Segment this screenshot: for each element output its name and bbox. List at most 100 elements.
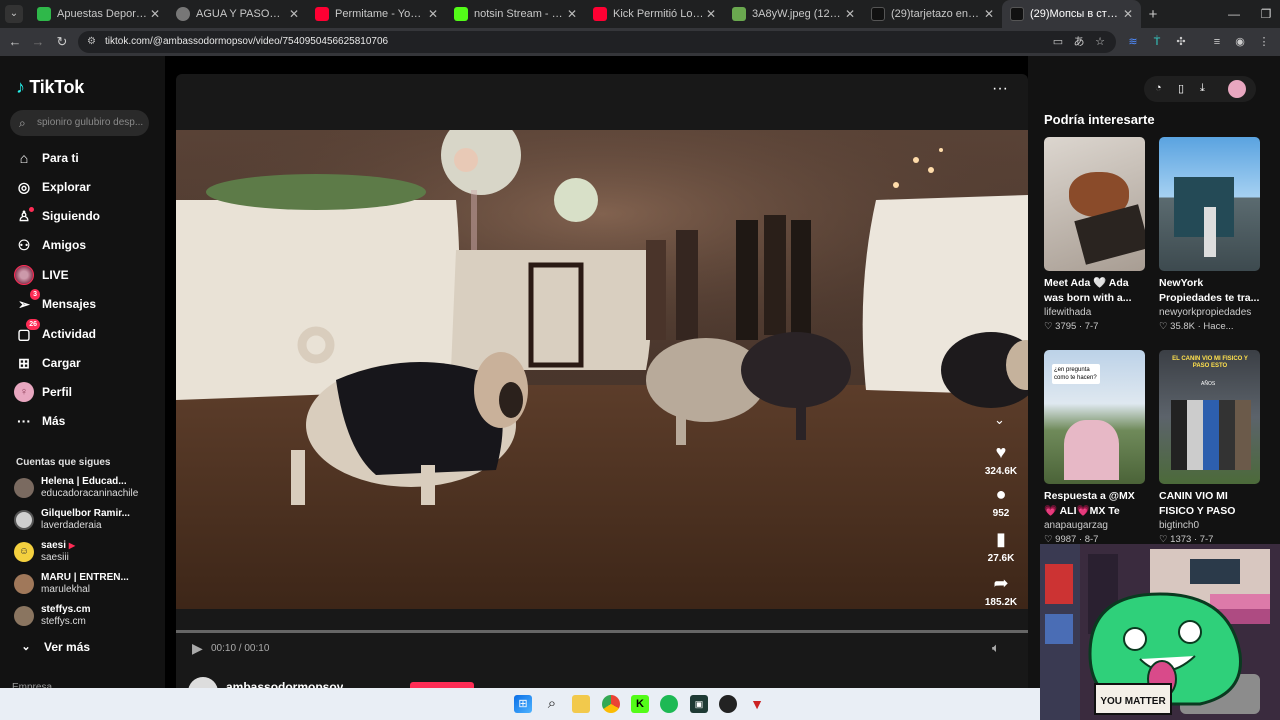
back-icon[interactable]: ← (6, 33, 24, 51)
tab-search-icon[interactable]: ⌄ (5, 5, 23, 23)
webcam-scene: YOU MATTER (1040, 544, 1280, 720)
account-username: marulekhal (41, 584, 90, 595)
image-icon (732, 7, 746, 21)
nav-profile[interactable]: ♀ Perfil (14, 381, 72, 403)
suggested-video-card[interactable]: Meet Ada 🤍 Ada was born with a... lifewi… (1044, 137, 1145, 332)
close-tab-icon[interactable]: ✕ (704, 7, 718, 21)
video-frame[interactable] (176, 130, 1028, 609)
account-name: Gilquelbor Ramir... (41, 508, 130, 519)
browser-tab-bar: ⌄ Apuestas Deportivas Onli✕ AGUA Y PASOS… (0, 0, 1280, 28)
reload-icon[interactable]: ↻ (53, 33, 71, 51)
nav-label: LIVE (42, 268, 69, 282)
followed-account[interactable]: Helena | Educad... educadoracaninachile (14, 474, 138, 502)
profile-icon: ♀ (14, 382, 34, 402)
browser-tab[interactable]: (29)tarjetazo en roblox✕ (863, 0, 1002, 28)
chrome-icon[interactable] (602, 695, 620, 713)
card-username: newyorkpropiedades (1159, 307, 1252, 318)
kick-app-icon[interactable]: K (631, 695, 649, 713)
suggested-video-card[interactable]: ¿en pregunta como te hacen? Respuesta a … (1044, 350, 1145, 545)
video-progress-bar[interactable] (176, 630, 1028, 633)
close-tab-icon[interactable]: ✕ (843, 7, 857, 21)
share-count: 185.2K (984, 597, 1018, 608)
terminal-icon[interactable]: ▣ (690, 695, 708, 713)
close-tab-icon[interactable]: ✕ (148, 7, 162, 21)
web-icon (176, 7, 190, 21)
forward-icon[interactable]: → (29, 33, 47, 51)
nav-messages[interactable]: ➢ 3 Mensajes (14, 289, 96, 315)
see-more-label: Ver más (44, 640, 91, 654)
play-icon[interactable]: ▶ (192, 640, 203, 657)
video-player: ··· ⌄ ♥ 324.6K ● 952 ▮ 27.6K ➦ 185.2K ▶ … (176, 74, 1028, 707)
avatar: ☺ (14, 542, 34, 562)
author-name[interactable]: ambassodormopsov (226, 680, 343, 688)
more-options-icon[interactable]: ··· (992, 80, 1008, 98)
site-info-icon[interactable]: ⚙ (87, 31, 96, 53)
browser-tab[interactable]: Apuestas Deportivas Onli✕ (29, 0, 168, 28)
nav-label: Amigos (42, 238, 87, 252)
browser-tab[interactable]: notsin Stream - Kick Dash✕ (446, 0, 585, 28)
comment-button[interactable]: ● 952 (982, 484, 1020, 519)
browser-tab[interactable]: Kick Permitió Lo Peor - Yo✕ (585, 0, 724, 28)
suggested-video-card[interactable]: EL CANIN VIO MI FISICO Y PASO ESTO AÑOS … (1159, 350, 1260, 545)
close-tab-icon[interactable]: ✕ (287, 7, 301, 21)
following-icon: ♙ (14, 206, 34, 226)
suggested-video-card[interactable]: NewYork Propiedades te tra... newyorkpro… (1159, 137, 1260, 332)
close-tab-icon[interactable]: ✕ (1121, 7, 1135, 21)
profile-icon[interactable]: ◉ (1232, 34, 1248, 50)
user-avatar[interactable] (1228, 80, 1246, 98)
extension-icon[interactable]: Ṫ (1149, 34, 1165, 50)
nav-activity[interactable]: ▢ 26 Actividad (14, 319, 96, 345)
share-button[interactable]: ➦ 185.2K (982, 573, 1020, 608)
tiktok-logo[interactable]: ♪ TikTok (16, 77, 84, 98)
puzzle-icon[interactable]: ✣ (1173, 34, 1189, 50)
youtube-icon (593, 7, 607, 21)
nav-for-you[interactable]: ⌂ Para ti (14, 147, 79, 169)
followed-account[interactable]: Gilquelbor Ramir... laverdaderaia (14, 506, 130, 534)
save-button[interactable]: ▮ 27.6K (982, 529, 1020, 564)
volume-icon[interactable]: 🔈︎ (992, 640, 1000, 656)
followed-account[interactable]: steffys.cm steffys.cm (14, 602, 90, 630)
nav-more[interactable]: ··· Más (14, 410, 65, 432)
browser-tab-active[interactable]: (29)Мопсы в стиле Desp✕ (1002, 0, 1141, 28)
browser-tab[interactable]: AGUA Y PASOS DIARIOS✕ (168, 0, 307, 28)
search-icon[interactable]: ⌕ (543, 695, 561, 713)
file-explorer-icon[interactable] (572, 695, 590, 713)
menu-icon[interactable]: ⋮ (1256, 34, 1272, 50)
extension-icon[interactable]: ≋ (1125, 34, 1141, 50)
restore-icon[interactable]: ❐ (1250, 0, 1280, 28)
cast-icon[interactable]: ▭ (1050, 34, 1066, 50)
minimize-icon[interactable]: — (1218, 0, 1250, 28)
nav-explore[interactable]: ◎ Explorar (14, 176, 91, 198)
followed-account[interactable]: ☺ saesi ▶ saesiii (14, 538, 75, 566)
device-icon[interactable]: ▯ (1178, 82, 1184, 95)
app-icon[interactable]: ▼ (748, 695, 766, 713)
close-tab-icon[interactable]: ✕ (426, 7, 440, 21)
close-tab-icon[interactable]: ✕ (982, 7, 996, 21)
close-tab-icon[interactable]: ✕ (565, 7, 579, 21)
collapse-chevron-icon[interactable]: ⌄ (994, 412, 1005, 428)
search-input[interactable]: ⌕ spioniro gulubiro desp... (10, 110, 149, 136)
browser-tab[interactable]: Permitame - YouTube✕ (307, 0, 446, 28)
coin-icon[interactable]: ◔ (1155, 82, 1162, 94)
nav-live[interactable]: LIVE (14, 264, 69, 286)
followed-account[interactable]: MARU | ENTREN... marulekhal (14, 570, 129, 598)
url-field[interactable]: ⚙ tiktok.com/@ambassodormopsov/video/754… (78, 31, 1116, 53)
nav-friends[interactable]: ⚇ Amigos (14, 234, 86, 256)
like-button[interactable]: ♥ 324.6K (982, 442, 1020, 477)
nav-following[interactable]: ♙ Siguiendo (14, 205, 100, 227)
tiktok-icon (1010, 7, 1024, 21)
bookmark-star-icon[interactable]: ☆ (1092, 34, 1108, 50)
tab-title: AGUA Y PASOS DIARIOS (196, 8, 287, 20)
tab-title: Kick Permitió Lo Peor - Yo (613, 8, 704, 20)
download-icon[interactable]: ⤓ (1200, 82, 1205, 95)
nav-upload[interactable]: ⊞ Cargar (14, 352, 81, 374)
windows-start-icon[interactable]: ⊞ (514, 695, 532, 713)
bet-site-icon (37, 7, 51, 21)
spotify-icon[interactable] (660, 695, 678, 713)
new-tab-icon[interactable]: + (1141, 6, 1165, 23)
obs-icon[interactable] (719, 695, 737, 713)
translate-icon[interactable]: あ (1071, 34, 1087, 50)
browser-tab[interactable]: 3A8yW.jpeg (1280×720)✕ (724, 0, 863, 28)
see-more-button[interactable]: ⌄ Ver más (16, 636, 90, 658)
reading-list-icon[interactable]: ≡ (1209, 34, 1225, 50)
